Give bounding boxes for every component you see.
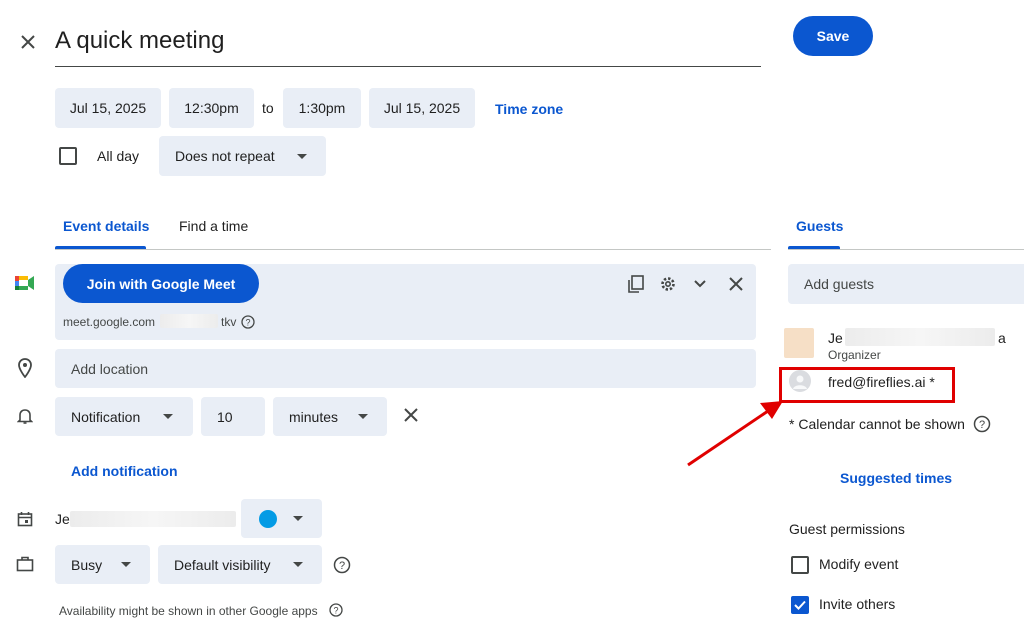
- gear-icon[interactable]: [656, 272, 680, 296]
- guest-email[interactable]: fred@fireflies.ai *: [828, 374, 935, 390]
- help-icon[interactable]: ?: [328, 602, 344, 618]
- add-notification-link[interactable]: Add notification: [71, 463, 178, 479]
- chevron-down-icon: [121, 562, 131, 567]
- notification-amount-value: 10: [217, 408, 233, 425]
- visibility-value: Default visibility: [174, 556, 271, 573]
- start-date-text: Jul 15, 2025: [69, 100, 147, 116]
- event-title: A quick meeting: [55, 27, 225, 54]
- guests-tabs-divider: [788, 249, 1024, 250]
- help-icon[interactable]: ?: [240, 314, 256, 330]
- color-swatch: [259, 510, 277, 528]
- busy-value: Busy: [71, 556, 103, 573]
- end-date-text: Jul 15, 2025: [383, 100, 461, 116]
- chevron-down-icon: [358, 414, 368, 419]
- repeat-value: Does not repeat: [175, 148, 275, 164]
- calendar-owner-redacted: [70, 511, 236, 527]
- organizer-name-prefix: Je: [828, 330, 843, 346]
- organizer-name-suffix: a: [998, 330, 1006, 346]
- location-pin-icon: [14, 356, 36, 380]
- tab-find-a-time[interactable]: Find a time: [179, 218, 248, 234]
- remove-notification-icon[interactable]: [400, 404, 422, 426]
- tab-event-details[interactable]: Event details: [63, 218, 149, 234]
- calendar-cannot-be-shown-note: * Calendar cannot be shown: [789, 416, 965, 432]
- busy-dropdown[interactable]: Busy: [55, 545, 150, 584]
- copy-icon[interactable]: [624, 272, 648, 296]
- calendar-icon: [14, 508, 36, 530]
- invite-others-label: Invite others: [819, 596, 896, 612]
- end-date-field[interactable]: Jul 15, 2025: [369, 88, 475, 128]
- organizer-avatar: [784, 328, 814, 358]
- location-placeholder: Add location: [71, 360, 149, 377]
- notification-unit-value: minutes: [289, 408, 339, 425]
- save-label: Save: [816, 28, 850, 44]
- visibility-dropdown[interactable]: Default visibility: [158, 545, 322, 584]
- join-meet-button[interactable]: Join with Google Meet: [63, 264, 259, 303]
- chevron-down-icon: [163, 414, 173, 419]
- remove-meet-icon[interactable]: [724, 272, 748, 296]
- briefcase-icon: [14, 553, 36, 575]
- bell-icon: [14, 405, 36, 427]
- checkmark-icon: [794, 600, 806, 610]
- add-guests-input[interactable]: Add guests: [788, 264, 1024, 304]
- notification-type-value: Notification: [71, 408, 141, 425]
- chevron-down-icon: [297, 154, 307, 159]
- guest-avatar: [789, 370, 811, 392]
- modify-event-checkbox[interactable]: [791, 556, 809, 574]
- svg-text:?: ?: [979, 419, 985, 431]
- organizer-role: Organizer: [828, 348, 881, 362]
- chevron-down-icon[interactable]: [688, 272, 712, 296]
- suggested-times-link[interactable]: Suggested times: [840, 470, 952, 486]
- organizer-name-redacted: [845, 328, 995, 346]
- repeat-dropdown[interactable]: Does not repeat: [159, 136, 326, 176]
- svg-text:?: ?: [245, 318, 250, 328]
- meet-link-prefix[interactable]: meet.google.com: [63, 315, 155, 329]
- svg-text:?: ?: [339, 560, 345, 572]
- chevron-down-icon: [293, 516, 303, 521]
- add-guests-placeholder: Add guests: [804, 276, 875, 292]
- start-time-field[interactable]: 12:30pm: [169, 88, 254, 128]
- modify-event-label: Modify event: [819, 556, 899, 572]
- start-date-field[interactable]: Jul 15, 2025: [55, 88, 161, 128]
- all-day-label: All day: [97, 148, 140, 164]
- tabs-divider: [55, 249, 771, 250]
- event-title-input[interactable]: A quick meeting: [55, 22, 761, 67]
- notification-unit-dropdown[interactable]: minutes: [273, 397, 387, 436]
- chevron-down-icon: [293, 562, 303, 567]
- guest-permissions-title: Guest permissions: [789, 521, 905, 537]
- tab-guests[interactable]: Guests: [796, 218, 843, 234]
- help-icon[interactable]: ?: [972, 414, 992, 434]
- red-arrow-annotation: [687, 401, 783, 467]
- notification-amount-input[interactable]: 10: [201, 397, 265, 436]
- save-button[interactable]: Save: [793, 16, 873, 56]
- end-time-field[interactable]: 1:30pm: [283, 88, 361, 128]
- timezone-link[interactable]: Time zone: [495, 101, 563, 117]
- start-time-text: 12:30pm: [184, 100, 239, 116]
- svg-text:?: ?: [333, 606, 338, 616]
- google-meet-icon: [14, 272, 36, 294]
- join-meet-label: Join with Google Meet: [86, 275, 236, 292]
- calendar-color-dropdown[interactable]: [241, 499, 322, 538]
- all-day-checkbox[interactable]: [59, 147, 77, 165]
- availability-note: Availability might be shown in other Goo…: [59, 604, 318, 618]
- meet-link-redacted: [160, 314, 218, 328]
- location-input[interactable]: Add location: [55, 349, 756, 388]
- end-time-text: 1:30pm: [298, 100, 346, 116]
- close-icon[interactable]: [14, 28, 42, 56]
- notification-type-dropdown[interactable]: Notification: [55, 397, 193, 436]
- invite-others-checkbox[interactable]: [791, 596, 809, 614]
- calendar-owner-prefix: Je: [55, 511, 70, 527]
- help-icon[interactable]: ?: [332, 555, 352, 575]
- to-label: to: [262, 100, 274, 116]
- meet-link-suffix: tkv: [221, 315, 237, 329]
